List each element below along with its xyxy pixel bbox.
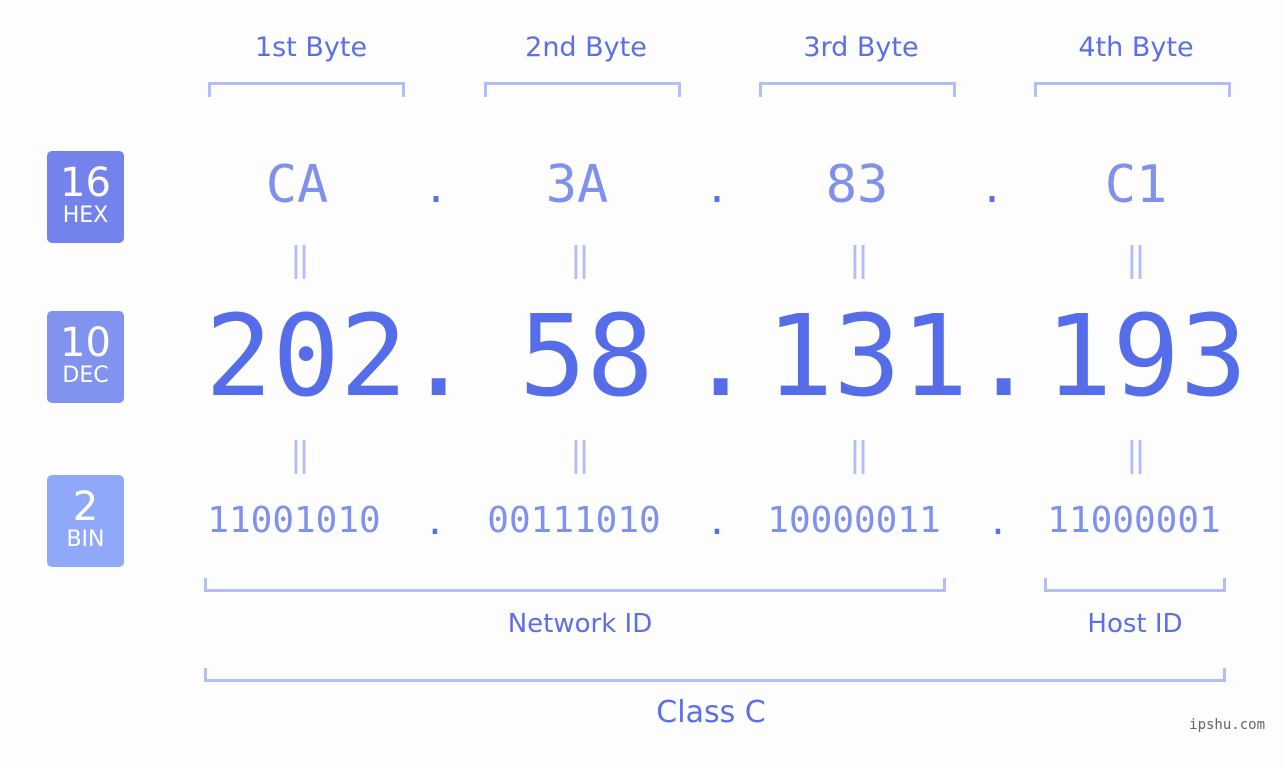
hex-byte-1: CA — [265, 155, 329, 215]
dec-byte-1: 202 — [205, 292, 408, 422]
byte-label-3: 3rd Byte — [803, 32, 919, 63]
hex-base-number: 16 — [60, 160, 111, 206]
equals-icon: ‖ — [1125, 240, 1147, 280]
equals-icon: ‖ — [848, 240, 870, 280]
dec-base-number: 10 — [60, 320, 111, 366]
dec-separator: . — [970, 292, 1038, 422]
bin-separator: . — [424, 502, 446, 543]
host-id-bracket — [1044, 578, 1226, 592]
hex-byte-3: 83 — [825, 155, 889, 215]
byte-bracket-4 — [1034, 82, 1231, 97]
hex-separator: . — [423, 166, 449, 212]
dec-separator: . — [687, 292, 755, 422]
hex-byte-4: C1 — [1104, 155, 1168, 215]
equals-icon: ‖ — [569, 435, 591, 475]
bin-base-number: 2 — [72, 484, 99, 530]
dec-base-label: DEC — [62, 363, 109, 388]
network-id-bracket — [204, 578, 946, 592]
hex-separator: . — [979, 166, 1005, 212]
hex-badge: 16 HEX — [47, 151, 124, 243]
byte-bracket-1 — [208, 82, 405, 97]
byte-bracket-2 — [484, 82, 681, 97]
bin-byte-2: 00111010 — [487, 500, 661, 541]
class-label: Class C — [656, 695, 766, 730]
bin-byte-3: 10000011 — [767, 500, 941, 541]
equals-icon: ‖ — [848, 435, 870, 475]
network-id-label: Network ID — [507, 609, 653, 639]
class-bracket — [204, 668, 1226, 682]
host-id-label: Host ID — [1087, 609, 1183, 639]
dec-badge: 10 DEC — [47, 311, 124, 403]
byte-label-4: 4th Byte — [1078, 32, 1194, 63]
dec-byte-3: 131 — [766, 292, 969, 422]
dec-byte-2: 58 — [519, 292, 654, 422]
byte-label-2: 2nd Byte — [525, 32, 647, 63]
equals-icon: ‖ — [569, 240, 591, 280]
bin-base-label: BIN — [66, 527, 105, 552]
equals-icon: ‖ — [289, 240, 311, 280]
hex-base-label: HEX — [62, 203, 109, 228]
hex-byte-2: 3A — [545, 155, 609, 215]
dec-separator: . — [405, 292, 473, 422]
equals-icon: ‖ — [289, 435, 311, 475]
hex-separator: . — [704, 166, 730, 212]
watermark: ipshu.com — [1189, 717, 1265, 733]
bin-byte-1: 11001010 — [207, 500, 381, 541]
bin-byte-4: 11000001 — [1047, 500, 1221, 541]
dec-byte-4: 193 — [1045, 292, 1248, 422]
byte-label-1: 1st Byte — [254, 32, 368, 63]
equals-icon: ‖ — [1125, 435, 1147, 475]
bin-separator: . — [706, 502, 728, 543]
bin-badge: 2 BIN — [47, 475, 124, 567]
bin-separator: . — [987, 502, 1009, 543]
byte-bracket-3 — [759, 82, 956, 97]
